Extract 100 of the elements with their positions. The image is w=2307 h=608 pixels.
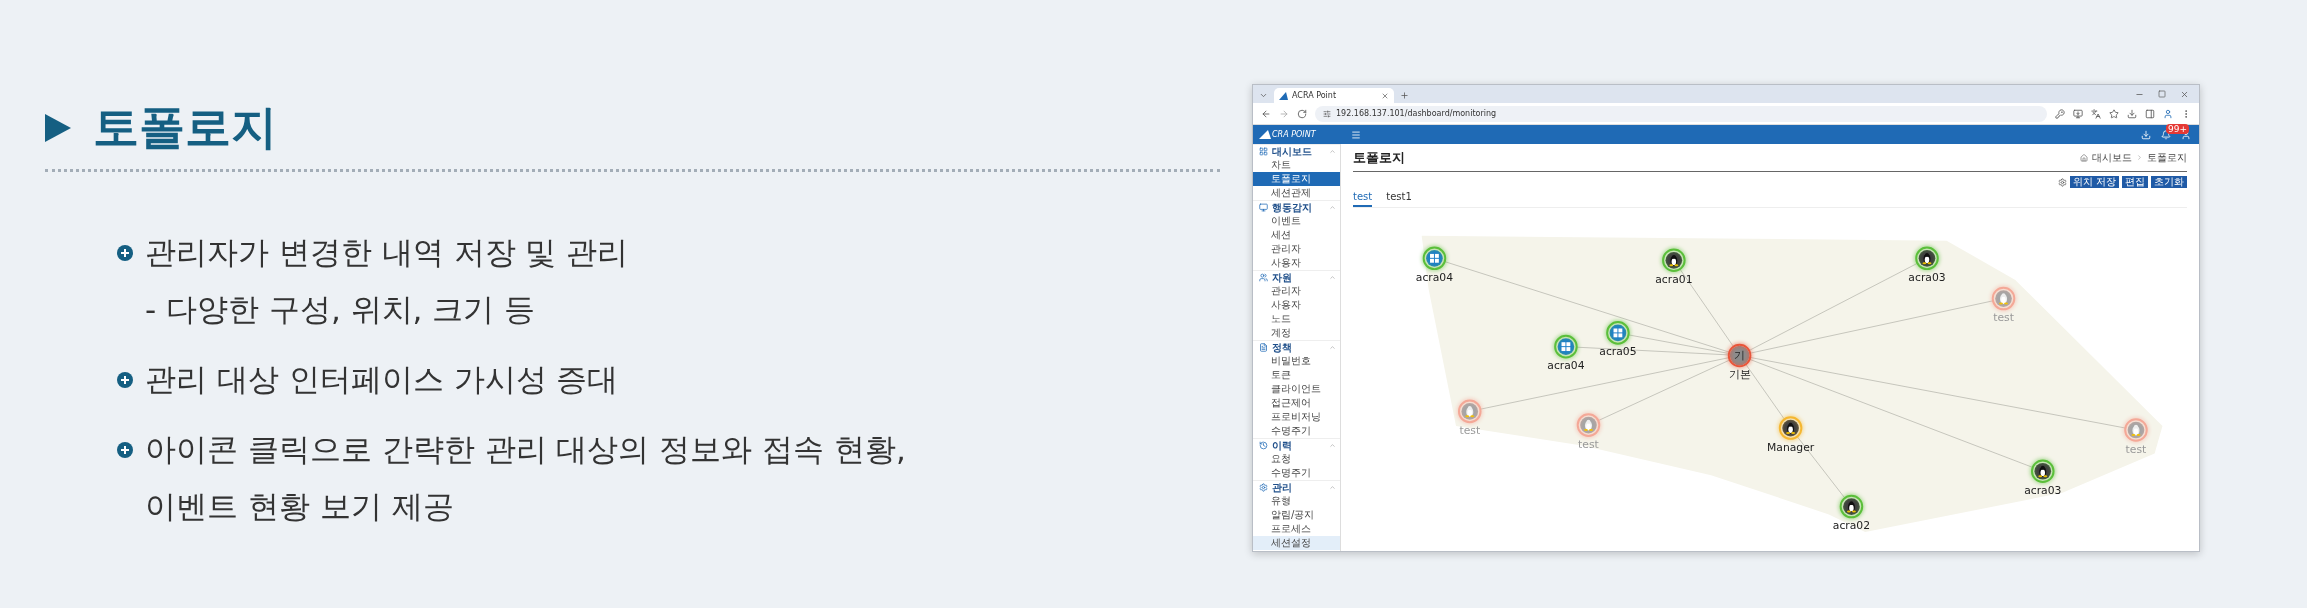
sidebar-item[interactable]: 차트: [1253, 158, 1340, 172]
close-icon[interactable]: [2180, 89, 2189, 99]
sidebar-item[interactable]: 사용자: [1253, 298, 1340, 312]
sidebar-item[interactable]: 이벤트: [1253, 214, 1340, 228]
action-button[interactable]: 편집: [2122, 176, 2148, 188]
breadcrumb[interactable]: 대시보드: [2092, 150, 2132, 165]
sidebar-item[interactable]: 세션관제: [1253, 186, 1340, 200]
node-ring[interactable]: [1915, 246, 1939, 271]
node-ring[interactable]: [1422, 246, 1447, 271]
sidebar-item[interactable]: 세션설정: [1253, 536, 1340, 550]
plus-circle-icon: [117, 442, 133, 459]
sidebar-item[interactable]: 유형: [1253, 494, 1340, 508]
logo-icon: [1259, 130, 1271, 139]
sidebar-item[interactable]: 사용자: [1253, 256, 1340, 270]
close-icon[interactable]: [1381, 91, 1389, 100]
star-icon[interactable]: [2109, 108, 2119, 119]
penguin-icon: [2034, 462, 2052, 480]
bullet-text: 아이콘 클릭으로 간략한 관리 대상의 정보와 접속 현황, 이벤트 현황 보기 제공: [145, 430, 906, 527]
menu-icon[interactable]: [1351, 129, 1361, 140]
settings-icon[interactable]: [2057, 177, 2067, 187]
chevron-icon: [2136, 154, 2143, 161]
sidebar-item[interactable]: 클라이언트: [1253, 382, 1340, 396]
sidebar-item[interactable]: 수명주기: [1253, 424, 1340, 438]
sidebar-item[interactable]: 요청: [1253, 452, 1340, 466]
sidebar-item[interactable]: 프로비저닝: [1253, 410, 1340, 424]
sidebar-item[interactable]: 프로세스: [1253, 522, 1340, 536]
browser-tab[interactable]: ACRA Point: [1274, 88, 1394, 103]
document-icon: [1259, 343, 1268, 352]
logo-text: CRA POINT: [1272, 130, 1316, 139]
triangle-icon: [45, 113, 71, 142]
sidebar-item[interactable]: 토큰: [1253, 368, 1340, 382]
penguin-icon: [2127, 421, 2145, 439]
grid-icon: [1259, 147, 1268, 156]
sidebar-item[interactable]: 노드: [1253, 312, 1340, 326]
translate-icon[interactable]: [2091, 108, 2101, 119]
group-label: 관리: [1272, 481, 1293, 494]
download-icon[interactable]: [2141, 129, 2151, 140]
node-core: [1729, 345, 1750, 366]
bullet-text: 관리 대상 인터페이스 가시성 증대: [145, 360, 619, 400]
sidebar-item[interactable]: 알림/공지: [1253, 508, 1340, 522]
bullet-text: 관리자가 변경한 내역 저장 및 관리 - 다양한 구성, 위치, 크기 등: [145, 233, 629, 330]
history-icon: [1259, 441, 1268, 450]
node-label: Manager: [1766, 440, 1815, 454]
node-label: acra03: [2024, 483, 2062, 497]
sidebar-group[interactable]: 이력: [1253, 438, 1340, 452]
sidebar-item[interactable]: 접근제어: [1253, 396, 1340, 410]
windows-icon: [1426, 250, 1443, 267]
sidebar-group[interactable]: 대시보드: [1253, 144, 1340, 158]
sidebar-item[interactable]: 비밀번호: [1253, 354, 1340, 368]
penguin-icon: [1782, 419, 1799, 437]
node-glyph: 기: [1734, 349, 1746, 363]
profile-icon[interactable]: [2163, 108, 2173, 119]
group-label: 자원: [1272, 271, 1293, 284]
plus-circle-icon: [117, 372, 133, 389]
node-label: test: [1993, 311, 2014, 325]
settings-icon: [1259, 483, 1268, 492]
node-ring[interactable]: [1727, 343, 1752, 368]
windows-icon: [1609, 324, 1627, 342]
reload-icon[interactable]: [1297, 108, 1307, 119]
breadcrumb[interactable]: 토폴로지: [2147, 150, 2187, 165]
panel-icon[interactable]: [2145, 108, 2155, 119]
plus-icon[interactable]: [1400, 90, 1409, 100]
sidebar-item[interactable]: 수명주기: [1253, 466, 1340, 480]
node-ring[interactable]: [1606, 321, 1630, 345]
node-label: test: [1578, 437, 1599, 451]
notification-badge: 99+: [2166, 123, 2189, 134]
node-label: acra02: [1832, 519, 1871, 533]
forward-icon[interactable]: [1279, 108, 1289, 119]
address-field[interactable]: 192.168.137.101/dashboard/monitoring: [1315, 105, 2047, 122]
action-button[interactable]: 위치 저장: [2069, 176, 2119, 188]
node-ring[interactable]: [1778, 416, 1803, 440]
sidebar-item[interactable]: 계정: [1253, 326, 1340, 340]
home-icon[interactable]: [2080, 153, 2088, 162]
node-ring[interactable]: [1839, 494, 1864, 519]
sidebar-group[interactable]: 행동감지: [1253, 200, 1340, 214]
node-ring[interactable]: [1662, 248, 1686, 273]
action-button[interactable]: 초기화: [2151, 176, 2187, 188]
sidebar-group[interactable]: 자원: [1253, 270, 1340, 284]
tab[interactable]: test: [1353, 191, 1373, 207]
sidebar-group[interactable]: 정책: [1253, 340, 1340, 354]
sidebar-group[interactable]: 관리: [1253, 480, 1340, 494]
group-label: 이력: [1272, 439, 1293, 452]
back-icon[interactable]: [1261, 108, 1271, 119]
sliders-icon[interactable]: [1323, 109, 1331, 118]
key-icon[interactable]: [2055, 108, 2065, 119]
node-ring[interactable]: [1554, 334, 1578, 359]
penguin-icon: [1461, 403, 1479, 420]
tab-title: ACRA Point: [1292, 91, 1338, 100]
sidebar-item[interactable]: 관리자: [1253, 242, 1340, 256]
node-ring[interactable]: [2031, 459, 2055, 483]
install-icon[interactable]: [2073, 108, 2083, 119]
sidebar-item[interactable]: 세션: [1253, 228, 1340, 242]
url-text: 192.168.137.101/dashboard/monitoring: [1336, 109, 1497, 118]
sidebar-item[interactable]: 토폴로지: [1253, 172, 1340, 186]
maximize-icon[interactable]: [2158, 89, 2166, 98]
tab[interactable]: test1: [1386, 191, 1412, 207]
sidebar-item[interactable]: 관리자: [1253, 284, 1340, 298]
download-icon[interactable]: [2127, 108, 2137, 119]
penguin-icon: [1843, 498, 1860, 515]
group-label: 행동감지: [1272, 201, 1313, 214]
